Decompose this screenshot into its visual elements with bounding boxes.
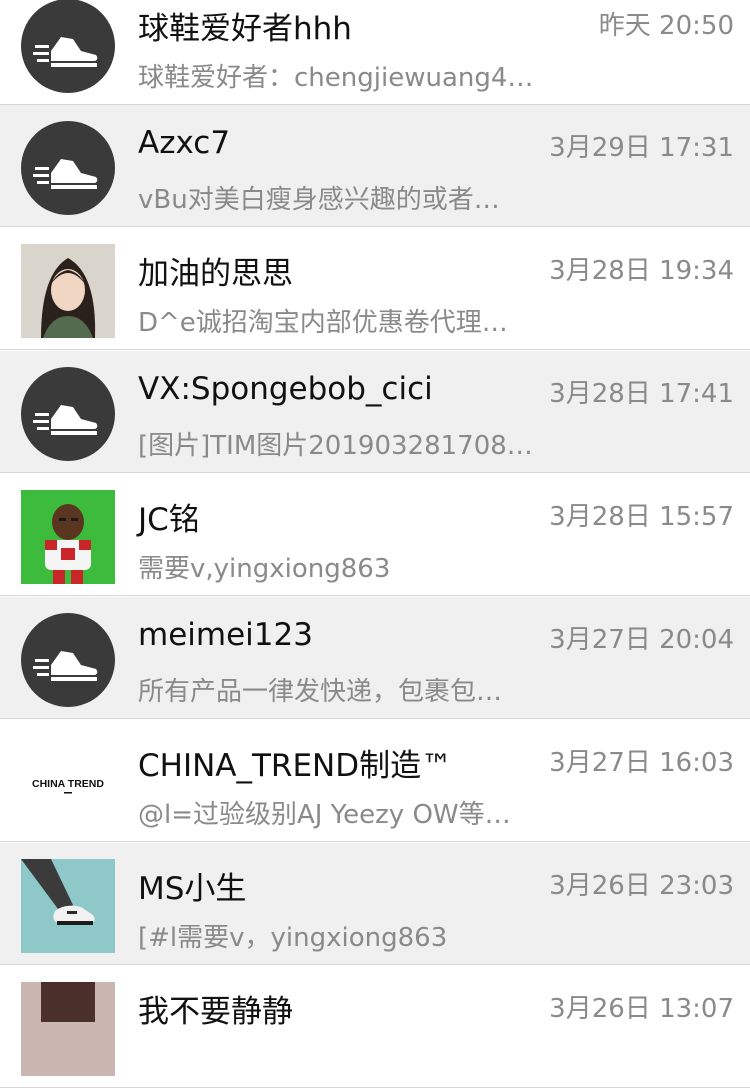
contact-name: VX:Spongebob_cici <box>138 371 433 407</box>
conversation-item[interactable]: JC铭 3月28日 15:57 需要v,yingxiong863 <box>0 474 750 596</box>
conversation-item[interactable]: 球鞋爱好者hhh 昨天 20:50 球鞋爱好者：chengjiewuang432… <box>0 0 750 105</box>
message-time: 3月27日 16:03 <box>549 748 734 778</box>
message-time: 3月28日 15:57 <box>549 502 734 532</box>
conversation-item[interactable]: 加油的思思 3月28日 19:34 D^e诚招淘宝内部优惠卷代理… <box>0 228 750 350</box>
sneaker-logo-icon <box>21 121 115 215</box>
conversation-item[interactable]: CHINA TREND CHINA_TREND制造™ 3月27日 16:03 @… <box>0 720 750 842</box>
girl-portrait-photo <box>21 244 115 338</box>
conversation-item[interactable]: 我不要静静 3月26日 13:07 <box>0 966 750 1088</box>
message-time: 3月26日 13:07 <box>549 994 734 1024</box>
message-time: 3月28日 19:34 <box>549 256 734 286</box>
message-preview: [图片]TIM图片201903281708… <box>138 431 533 461</box>
contact-name: meimei123 <box>138 617 313 653</box>
sneaker-logo-icon <box>21 613 115 707</box>
sneaker-logo-icon <box>21 367 115 461</box>
conversation-item[interactable]: meimei123 3月27日 20:04 所有产品一律发快递，包裹包… <box>0 597 750 719</box>
message-preview: 所有产品一律发快递，包裹包… <box>138 677 503 707</box>
person-photo <box>21 982 115 1076</box>
logo-text: CHINA TREND <box>32 778 104 790</box>
china-trend-logo: CHINA TREND <box>21 736 115 830</box>
message-preview: [#l需要v，yingxiong863 <box>138 923 448 953</box>
message-preview: 需要v,yingxiong863 <box>138 554 391 584</box>
contact-name: 球鞋爱好者hhh <box>138 11 352 47</box>
contact-name: MS小生 <box>138 871 247 907</box>
message-preview: 球鞋爱好者：chengjiewuang4321 <box>138 63 548 93</box>
message-time: 3月26日 23:03 <box>549 871 734 901</box>
sneaker-logo-icon <box>21 0 115 93</box>
message-time: 3月27日 20:04 <box>549 625 734 655</box>
conversation-item[interactable]: VX:Spongebob_cici 3月28日 17:41 [图片]TIM图片2… <box>0 351 750 473</box>
contact-name: JC铭 <box>138 502 200 538</box>
message-time: 3月29日 17:31 <box>549 133 734 163</box>
message-preview: D^e诚招淘宝内部优惠卷代理… <box>138 308 508 338</box>
contact-name: 我不要静静 <box>138 994 293 1030</box>
message-time: 3月28日 17:41 <box>549 379 734 409</box>
contact-name: CHINA_TREND制造™ <box>138 748 453 784</box>
message-preview: vBu对美白瘦身感兴趣的或者… <box>138 185 500 215</box>
conversation-item[interactable]: Azxc7 3月29日 17:31 vBu对美白瘦身感兴趣的或者… <box>0 105 750 227</box>
contact-name: 加油的思思 <box>138 256 293 292</box>
contact-name: Azxc7 <box>138 125 231 161</box>
conversation-item[interactable]: MS小生 3月26日 23:03 [#l需要v，yingxiong863 <box>0 843 750 965</box>
message-time: 昨天 20:50 <box>598 11 734 41</box>
cartoon-football-player <box>21 490 115 584</box>
message-preview: @l=过验级别AJ Yeezy OW等… <box>138 800 511 830</box>
sneaker-on-teal-photo <box>21 859 115 953</box>
